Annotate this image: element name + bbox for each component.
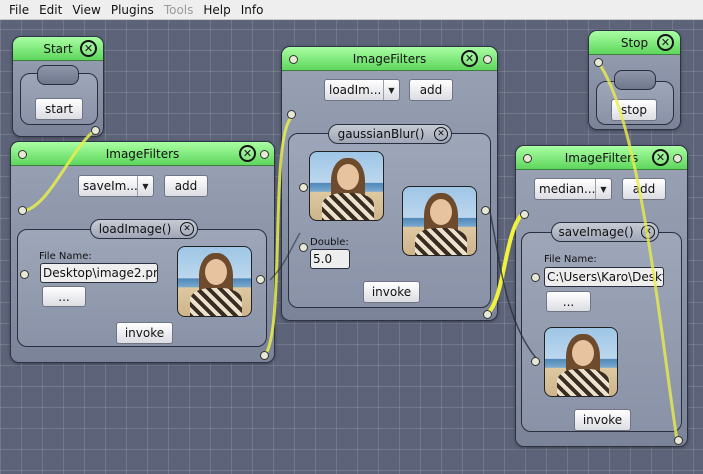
stop-button[interactable]: stop xyxy=(611,99,657,121)
connector-port-icon[interactable] xyxy=(531,273,540,282)
menu-plugins[interactable]: Plugins xyxy=(106,0,159,20)
method-input-connector[interactable] xyxy=(287,110,296,119)
image-preview xyxy=(544,327,618,397)
file-name-field[interactable]: C:\Users\Karo\Deskt xyxy=(544,267,664,287)
start-output-connector[interactable] xyxy=(91,126,100,135)
image-filters-title: ImageFilters xyxy=(352,51,427,66)
image-filters-title: ImageFilters xyxy=(105,146,180,161)
connector-port-icon[interactable] xyxy=(673,154,682,163)
image-filters-node-middle[interactable]: ImageFilters ✕ loadIm... ▼ add Double: 5… xyxy=(281,46,498,321)
image-output-preview xyxy=(402,186,477,256)
menu-edit[interactable]: Edit xyxy=(34,0,67,20)
image-filters-title: ImageFilters xyxy=(564,150,639,165)
connector-port-icon[interactable] xyxy=(260,150,269,159)
save-image-method-title[interactable]: saveImage() ✕ xyxy=(551,222,659,242)
invoke-button[interactable]: invoke xyxy=(363,281,420,303)
connector-port-icon[interactable] xyxy=(299,243,308,252)
file-name-label: File Name: xyxy=(544,254,597,265)
connector-port-icon[interactable] xyxy=(523,154,532,163)
add-button[interactable]: add xyxy=(409,79,453,101)
image-filters-title-bar[interactable]: ImageFilters xyxy=(11,142,274,166)
file-name-field[interactable]: Desktop\image2.png xyxy=(40,263,158,283)
menu-help[interactable]: Help xyxy=(198,0,235,20)
image-filters-node-right[interactable]: ImageFilters ✕ median... ▼ add File Name… xyxy=(515,145,688,447)
menu-view[interactable]: View xyxy=(67,0,105,20)
output-connector[interactable] xyxy=(674,436,683,445)
browse-button[interactable]: ... xyxy=(42,286,86,307)
image-filters-node-left[interactable]: ImageFilters ✕ saveIm... ▼ add File Name… xyxy=(10,141,275,363)
save-image-panel: File Name: C:\Users\Karo\Deskt ... invok… xyxy=(521,232,682,432)
chevron-down-icon[interactable]: ▼ xyxy=(595,179,611,199)
close-icon[interactable]: ✕ xyxy=(80,40,97,57)
connector-port-icon[interactable] xyxy=(18,150,27,159)
connector-port-icon[interactable] xyxy=(483,55,492,64)
menu-info[interactable]: Info xyxy=(236,0,269,20)
stop-node-title: Stop xyxy=(620,35,649,50)
image-preview xyxy=(177,246,252,317)
load-image-method-title[interactable]: loadImage() ✕ xyxy=(90,219,198,239)
close-icon[interactable]: ✕ xyxy=(434,127,448,141)
invoke-button[interactable]: invoke xyxy=(574,409,631,431)
image-input-preview xyxy=(309,151,384,221)
add-button[interactable]: add xyxy=(164,175,208,197)
start-node[interactable]: Start ✕ start xyxy=(12,36,104,137)
close-icon[interactable]: ✕ xyxy=(461,50,478,67)
double-field[interactable]: 5.0 xyxy=(310,249,350,269)
menu-file[interactable]: File xyxy=(4,0,34,20)
connector-port-icon[interactable] xyxy=(20,270,29,279)
start-handle xyxy=(37,65,79,85)
method-select[interactable]: loadIm... ▼ xyxy=(324,79,400,101)
close-icon[interactable]: ✕ xyxy=(180,222,194,236)
connector-port-icon[interactable] xyxy=(289,55,298,64)
load-image-panel: File Name: Desktop\image2.png ... invoke xyxy=(17,229,267,347)
connector-port-icon[interactable] xyxy=(299,183,308,192)
add-button[interactable]: add xyxy=(622,178,666,200)
method-select-value: saveIm... xyxy=(83,179,138,193)
stop-input-connector[interactable] xyxy=(594,58,603,67)
connector-port-icon[interactable] xyxy=(256,275,265,284)
method-input-connector[interactable] xyxy=(18,206,27,215)
browse-button[interactable]: ... xyxy=(546,291,591,312)
menu-tools: Tools xyxy=(163,2,194,17)
connector-port-icon[interactable] xyxy=(531,357,540,366)
method-select[interactable]: saveIm... ▼ xyxy=(78,175,154,197)
start-button[interactable]: start xyxy=(35,98,83,120)
menu-bar: File Edit View Plugins Tools Help Info xyxy=(0,0,703,20)
gaussian-blur-panel: Double: 5.0 invoke xyxy=(288,133,491,308)
stop-handle xyxy=(614,70,656,90)
method-title-text: loadImage() xyxy=(98,222,172,236)
method-input-connector[interactable] xyxy=(520,210,529,219)
method-title-text: saveImage() xyxy=(558,225,634,239)
invoke-button[interactable]: invoke xyxy=(116,322,173,344)
gaussian-blur-method-title[interactable]: gaussianBlur() ✕ xyxy=(328,124,452,144)
connector-port-icon[interactable] xyxy=(481,206,490,215)
start-node-title: Start xyxy=(43,41,73,56)
method-select[interactable]: median... ▼ xyxy=(534,178,612,200)
chevron-down-icon[interactable]: ▼ xyxy=(383,80,399,100)
method-title-text: gaussianBlur() xyxy=(337,127,425,141)
close-icon[interactable]: ✕ xyxy=(641,225,655,239)
double-label: Double: xyxy=(310,237,349,248)
output-connector[interactable] xyxy=(483,310,492,319)
file-name-label: File Name: xyxy=(39,251,92,262)
stop-node[interactable]: Stop ✕ stop xyxy=(588,30,681,130)
close-icon[interactable]: ✕ xyxy=(652,149,669,166)
method-select-value: loadIm... xyxy=(329,83,382,97)
close-icon[interactable]: ✕ xyxy=(657,34,674,51)
method-select-value: median... xyxy=(539,182,596,196)
output-connector[interactable] xyxy=(260,351,269,360)
close-icon[interactable]: ✕ xyxy=(239,145,256,162)
chevron-down-icon[interactable]: ▼ xyxy=(137,176,153,196)
